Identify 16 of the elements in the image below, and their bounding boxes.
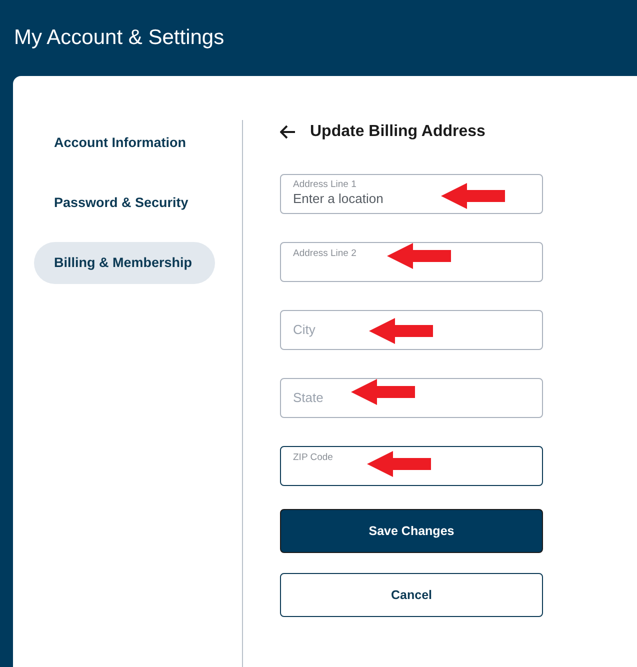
text-input[interactable]: State [293, 388, 530, 408]
sidebar-item[interactable]: Account Information [34, 122, 215, 164]
back-arrow-icon[interactable] [280, 125, 296, 139]
sidebar-item[interactable]: Password & Security [34, 182, 215, 224]
form-title: Update Billing Address [310, 122, 486, 142]
field-label: Address Line 2 [293, 249, 358, 259]
save-button[interactable]: Save Changes [280, 509, 543, 553]
page-title: My Account & Settings [14, 25, 224, 52]
sidebar-item[interactable]: Billing & Membership [34, 242, 215, 284]
input-field[interactable]: City [280, 310, 543, 350]
cancel-button[interactable]: Cancel [280, 573, 543, 617]
input-field[interactable]: State [280, 378, 543, 418]
text-input[interactable]: Enter a location [293, 189, 530, 208]
text-input[interactable]: City [293, 320, 530, 340]
field-label: ZIP Code [293, 453, 334, 463]
field-label: Address Line 1 [293, 180, 358, 189]
